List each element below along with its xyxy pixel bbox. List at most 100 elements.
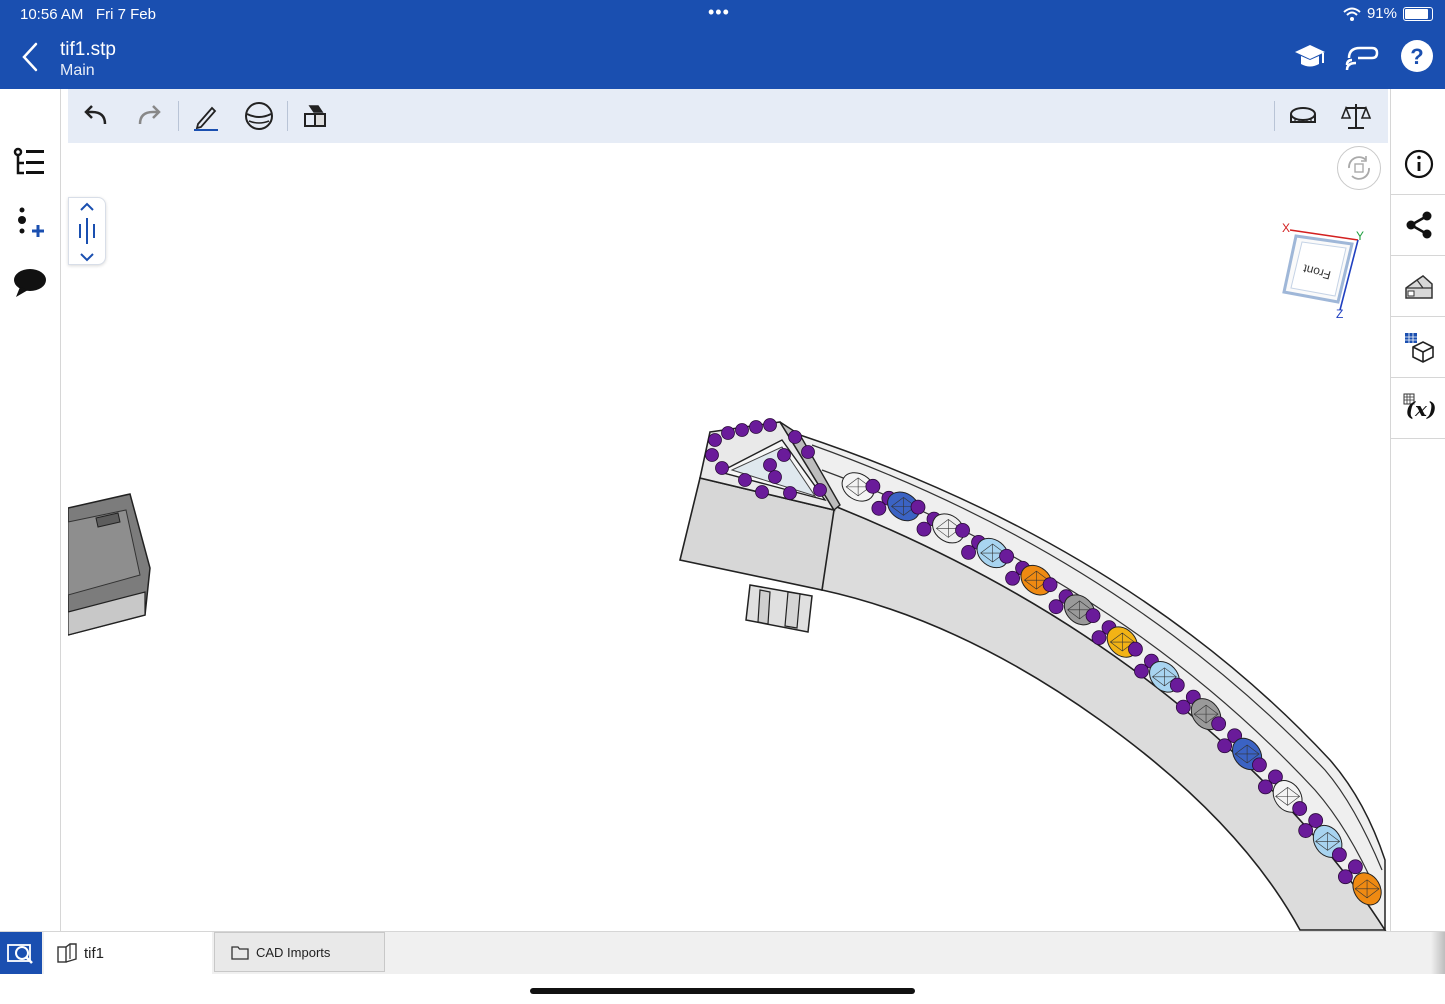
left-panel-rail	[0, 89, 61, 931]
app-header: 10:56 AM Fri 7 Feb ••• 91% tif1.stp Main…	[0, 0, 1445, 89]
prong	[783, 486, 797, 500]
prong	[708, 433, 722, 447]
prong	[1252, 757, 1267, 773]
prong	[1338, 869, 1353, 885]
prong	[910, 499, 926, 515]
prong	[916, 521, 932, 537]
svg-text:?: ?	[1410, 44, 1423, 69]
prong	[735, 423, 749, 437]
undo-icon[interactable]	[80, 100, 112, 132]
right-panel-rail: (x)	[1390, 89, 1445, 931]
info-icon	[1404, 149, 1433, 178]
prong	[705, 448, 719, 462]
status-indicators: 91%	[1343, 5, 1433, 22]
parts-icon[interactable]	[300, 100, 332, 132]
appearance-icon	[1404, 274, 1433, 299]
prong	[955, 523, 970, 538]
prong	[1298, 823, 1314, 838]
tab-part-studio-label: tif1	[84, 944, 105, 962]
view-cube[interactable]: Front X Y Z	[1278, 218, 1368, 318]
prong	[768, 470, 782, 484]
add-mate-icon[interactable]	[12, 205, 48, 241]
search-icon	[7, 944, 33, 964]
prong	[1332, 847, 1347, 863]
comments-icon[interactable]	[12, 265, 48, 301]
info-button[interactable]	[1391, 133, 1445, 195]
prong	[871, 500, 887, 516]
prong	[777, 448, 791, 462]
wifi-icon	[1343, 7, 1361, 21]
prong	[763, 418, 777, 432]
share-icon	[1406, 211, 1431, 238]
configurations-button[interactable]	[1391, 316, 1445, 378]
prong	[1169, 677, 1185, 693]
sketch-icon[interactable]	[190, 100, 222, 132]
axis-y-label: Y	[1356, 229, 1364, 243]
slider-icon	[79, 202, 95, 262]
rotate-icon	[1348, 156, 1370, 180]
main-toolbar	[68, 89, 1388, 143]
prong	[801, 445, 815, 459]
hinge-tab[interactable]	[745, 584, 813, 633]
bottom-tab-bar: tif1 CAD Imports	[0, 931, 1445, 974]
appearance-button[interactable]	[1391, 255, 1445, 317]
svg-text:(x): (x)	[1405, 397, 1435, 421]
tab-scroll-indicator[interactable]	[1431, 932, 1445, 974]
band-outer-face[interactable]	[821, 503, 1387, 931]
prong	[1048, 599, 1064, 615]
redo-icon[interactable]	[133, 100, 165, 132]
feature-list-icon[interactable]	[12, 145, 48, 181]
prong	[1085, 608, 1101, 624]
side-part[interactable]	[68, 493, 151, 636]
prong	[1217, 738, 1233, 754]
cloud-sync-icon[interactable]	[1344, 38, 1380, 74]
prong	[1175, 699, 1191, 715]
status-time: 10:56 AM Fri 7 Feb	[20, 6, 156, 23]
multitasking-dots[interactable]: •••	[708, 2, 730, 23]
prong	[715, 461, 729, 475]
prong	[755, 485, 769, 499]
prong	[1005, 570, 1020, 586]
learning-center-icon[interactable]	[1292, 38, 1328, 74]
rotate-view-button[interactable]	[1337, 146, 1381, 190]
home-indicator[interactable]	[530, 988, 915, 994]
prong	[961, 545, 976, 560]
measure-icon[interactable]	[1287, 100, 1319, 132]
back-icon[interactable]	[14, 40, 44, 74]
tab-cad-imports[interactable]: CAD Imports	[214, 932, 385, 972]
tab-cad-imports-label: CAD Imports	[256, 944, 331, 960]
axis-x-label: X	[1282, 221, 1290, 235]
explode-slider-control[interactable]	[68, 197, 106, 265]
prong	[738, 473, 752, 487]
view-icon[interactable]	[243, 100, 275, 132]
share-button[interactable]	[1391, 194, 1445, 256]
prong	[721, 426, 735, 440]
toolbar-separator	[287, 101, 288, 131]
document-subtitle: Main	[60, 62, 95, 79]
search-tab-button[interactable]	[0, 932, 42, 974]
prong	[749, 420, 763, 434]
variables-icon: (x)	[1403, 393, 1436, 421]
model-canvas[interactable]	[68, 143, 1390, 931]
prong	[1128, 641, 1143, 657]
graphics-viewport[interactable]: Front X Y Z	[68, 143, 1390, 931]
configurations-icon	[1404, 332, 1434, 363]
tab-part-studio[interactable]: tif1	[44, 932, 212, 974]
folder-icon	[231, 945, 249, 960]
prong	[999, 548, 1014, 564]
prong	[813, 483, 827, 497]
battery-icon	[1403, 6, 1433, 21]
document-title: tif1.stp	[60, 39, 116, 60]
variables-button[interactable]: (x)	[1391, 377, 1445, 439]
help-icon[interactable]: ?	[1399, 38, 1435, 74]
mass-properties-icon[interactable]	[1340, 100, 1372, 132]
battery-percent: 91%	[1366, 5, 1397, 22]
prong	[1292, 801, 1308, 816]
part-studio-icon	[57, 943, 77, 963]
prong	[1042, 577, 1058, 593]
prong	[763, 458, 777, 472]
prong	[1258, 779, 1273, 795]
prong	[865, 478, 881, 494]
prong	[1091, 630, 1107, 646]
prong	[1211, 716, 1227, 732]
